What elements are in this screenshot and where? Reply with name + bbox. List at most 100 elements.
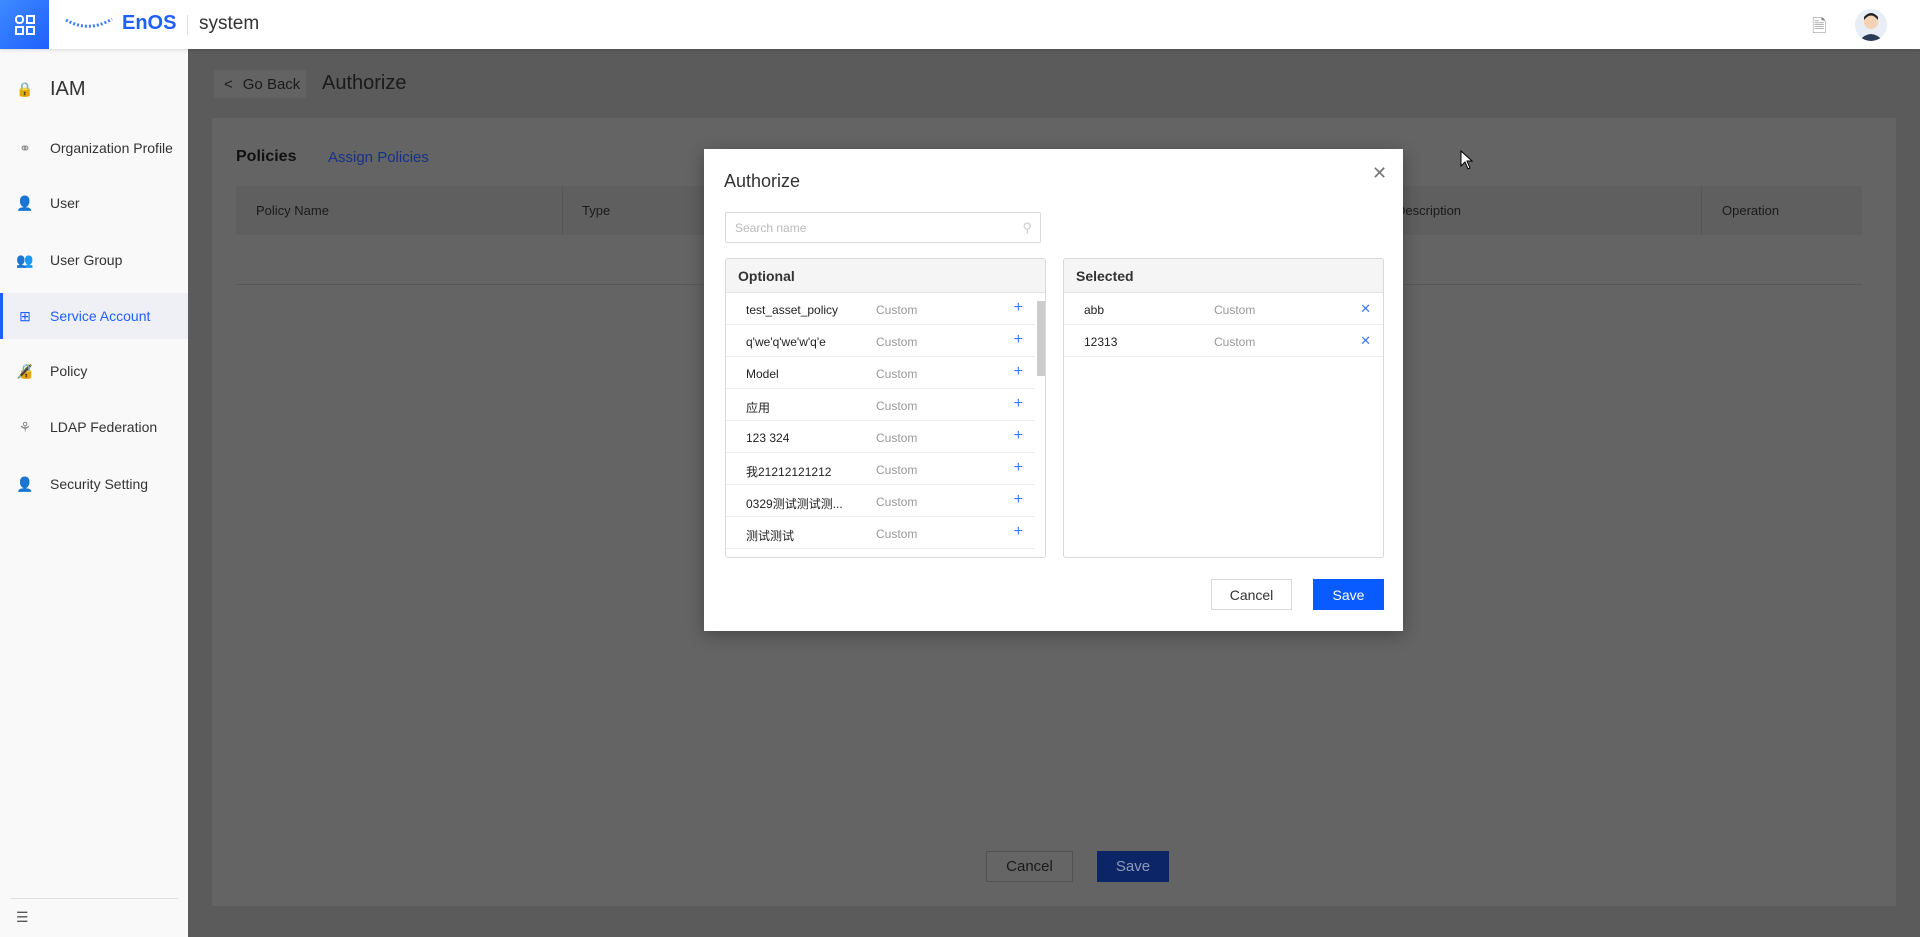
policy-type: Custom (876, 431, 918, 445)
app-name: system (199, 13, 260, 34)
modal-save-button[interactable]: Save (1313, 579, 1384, 610)
sidebar-item-organization-profile[interactable]: ⚭ Organization Profile (0, 125, 188, 171)
policy-name: 应用 (746, 401, 771, 415)
search-placeholder: Search name (735, 221, 807, 235)
save-button[interactable]: Save (1097, 851, 1169, 882)
cancel-button[interactable]: Cancel (986, 851, 1073, 882)
policy-name: 测试测试 (746, 529, 795, 543)
enos-logo: EnOS (64, 12, 176, 35)
list-item: q'we'q'we'w'q'e Custom + (726, 325, 1035, 357)
avatar[interactable] (1855, 9, 1887, 41)
policy-name: Model (746, 367, 779, 381)
add-icon[interactable]: + (1014, 395, 1023, 413)
policy-type: Custom (876, 399, 918, 413)
user-icon: 👤 (16, 194, 34, 211)
sidebar-item-label: Policy (50, 363, 88, 379)
list-item: 测试测试 Custom + (726, 517, 1035, 549)
add-icon[interactable]: + (1014, 491, 1023, 509)
sidebar-item-label: Security Setting (50, 476, 149, 492)
scrollbar[interactable] (1037, 301, 1045, 376)
go-back-button[interactable]: < Go Back (214, 70, 306, 98)
service-account-icon: ⊞ (19, 307, 31, 324)
user-group-icon: 👥 (16, 251, 34, 268)
app-grid-icon (14, 14, 35, 35)
mouse-cursor-icon (1460, 150, 1474, 170)
sidebar-item-user[interactable]: 👤 User (0, 180, 188, 226)
close-icon[interactable]: ✕ (1372, 163, 1387, 184)
sidebar-item-ldap-federation[interactable]: ⚘ LDAP Federation (0, 404, 188, 450)
policy-icon: 🔏 (16, 362, 34, 379)
policy-type: Custom (876, 367, 918, 381)
list-item: Model Custom + (726, 357, 1035, 389)
policy-name: 12313 (1084, 335, 1118, 349)
security-icon: 👤 (16, 475, 34, 492)
top-bar: EnOS system 🗎 (0, 0, 1920, 49)
policy-type: Custom (1214, 303, 1256, 317)
sidebar-item-label: LDAP Federation (50, 419, 158, 435)
policy-name: test_asset_policy (746, 303, 839, 317)
list-item: 12313 Custom ✕ (1064, 325, 1383, 357)
policy-type: Custom (876, 527, 918, 541)
add-icon[interactable]: + (1014, 299, 1023, 317)
policy-name: 0329测试测试测... (746, 497, 843, 511)
add-icon[interactable]: + (1014, 523, 1023, 541)
logo-dots-icon (65, 17, 113, 28)
policy-type: Custom (876, 303, 918, 317)
column-operation: Operation (1722, 203, 1780, 218)
sidebar-item-label: User (50, 195, 80, 211)
divider (10, 898, 178, 899)
remove-icon[interactable]: ✕ (1360, 301, 1371, 317)
list-item: 我21212121212 Custom + (726, 453, 1035, 485)
policy-name: abb (1084, 303, 1105, 317)
optional-header: Optional (726, 259, 1045, 293)
column-description: Description (1396, 203, 1462, 218)
policy-type: Custom (876, 495, 918, 509)
modal-title: Authorize (724, 171, 801, 191)
organization-icon: ⚭ (19, 139, 31, 156)
list-item: abb Custom ✕ (1064, 293, 1383, 325)
document-icon[interactable]: 🗎 (1812, 14, 1826, 44)
collapse-sidebar-icon[interactable]: ☰ (16, 909, 29, 926)
add-icon[interactable]: + (1014, 363, 1023, 381)
selected-panel: Selected abb Custom ✕ 12313 Custom ✕ (1063, 258, 1384, 558)
add-icon[interactable]: + (1014, 459, 1023, 477)
policy-type: Custom (876, 335, 918, 349)
list-item: 123 324 Custom + (726, 421, 1035, 453)
app-menu-button[interactable] (0, 0, 49, 49)
policy-type: Custom (1214, 335, 1256, 349)
modal-cancel-button[interactable]: Cancel (1211, 579, 1292, 610)
tab-policies[interactable]: Policies (236, 148, 296, 166)
policy-name: q'we'q'we'w'q'e (746, 335, 826, 349)
sidebar-title-label: IAM (50, 77, 86, 100)
brand-name: EnOS (122, 12, 177, 34)
search-icon: ⚲ (1022, 220, 1032, 235)
selected-header: Selected (1064, 259, 1383, 293)
list-item: 0329测试测试测... Custom + (726, 485, 1035, 517)
divider (187, 15, 188, 35)
iam-lock-icon: 🔒 (16, 80, 34, 97)
add-icon[interactable]: + (1014, 427, 1023, 445)
add-icon[interactable]: + (1014, 331, 1023, 349)
column-policy-name: Policy Name (256, 203, 329, 218)
sidebar-item-service-account[interactable]: ⊞ Service Account (0, 293, 188, 339)
page-title: Authorize (322, 72, 407, 94)
go-back-label: Go Back (242, 75, 301, 93)
chevron-left-icon: < (224, 75, 233, 93)
sidebar-item-security-setting[interactable]: 👤 Security Setting (0, 461, 188, 507)
remove-icon[interactable]: ✕ (1360, 333, 1371, 349)
column-type: Type (582, 203, 611, 218)
sidebar-title: 🔒 IAM (0, 66, 188, 112)
list-item: test_asset_policy Custom + (726, 293, 1035, 325)
list-item: 应用 Custom + (726, 389, 1035, 421)
sidebar-item-user-group[interactable]: 👥 User Group (0, 237, 188, 283)
sidebar-item-label: Organization Profile (50, 140, 173, 156)
optional-panel: Optional test_asset_policy Custom + q'we'q'… (725, 258, 1046, 558)
sidebar-item-policy[interactable]: 🔏 Policy (0, 348, 188, 394)
authorize-modal: Authorize ✕ Search name ⚲ Optional test_a… (704, 149, 1403, 631)
policy-name: 123 324 (746, 431, 790, 445)
search-input[interactable]: Search name ⚲ (725, 212, 1041, 243)
tab-assign-policies[interactable]: Assign Policies (328, 149, 429, 166)
policy-type: Custom (876, 463, 918, 477)
sidebar-item-label: Service Account (50, 308, 151, 324)
sidebar: 🔒 IAM ⚭ Organization Profile 👤 User 👥 User G… (0, 49, 188, 937)
